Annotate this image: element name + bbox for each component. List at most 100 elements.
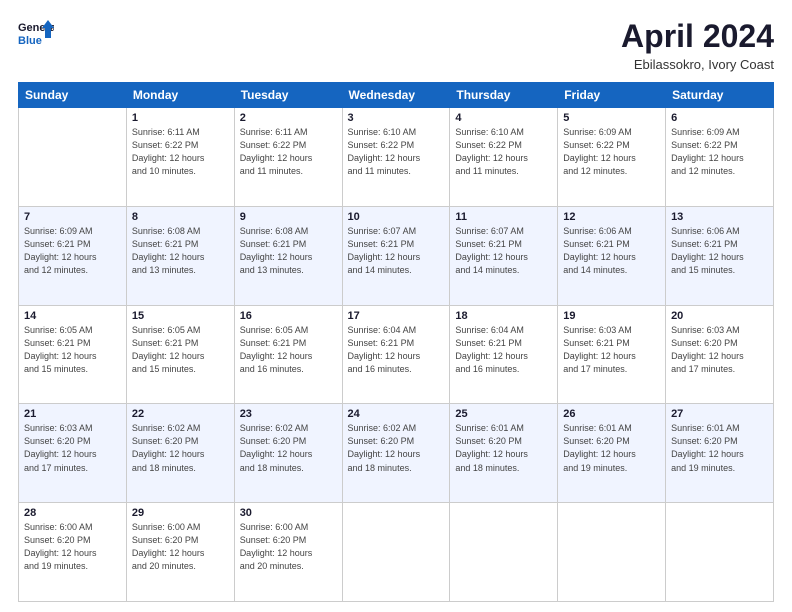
day-detail: Sunrise: 6:11 AM Sunset: 6:22 PM Dayligh… — [132, 126, 229, 178]
day-detail: Sunrise: 6:02 AM Sunset: 6:20 PM Dayligh… — [240, 422, 337, 474]
day-detail: Sunrise: 6:09 AM Sunset: 6:22 PM Dayligh… — [563, 126, 660, 178]
day-number: 15 — [132, 310, 229, 322]
day-number: 18 — [455, 310, 552, 322]
day-detail: Sunrise: 6:10 AM Sunset: 6:22 PM Dayligh… — [348, 126, 445, 178]
day-number: 22 — [132, 408, 229, 420]
svg-text:Blue: Blue — [18, 35, 42, 47]
calendar-cell — [450, 503, 558, 602]
day-number: 8 — [132, 211, 229, 223]
calendar-table: SundayMondayTuesdayWednesdayThursdayFrid… — [18, 82, 774, 602]
calendar-cell: 14 Sunrise: 6:05 AM Sunset: 6:21 PM Dayli… — [19, 305, 127, 404]
day-number: 23 — [240, 408, 337, 420]
day-detail: Sunrise: 6:07 AM Sunset: 6:21 PM Dayligh… — [455, 225, 552, 277]
day-number: 21 — [24, 408, 121, 420]
calendar-cell: 16 Sunrise: 6:05 AM Sunset: 6:21 PM Dayli… — [234, 305, 342, 404]
logo: General Blue — [18, 18, 54, 54]
day-detail: Sunrise: 6:02 AM Sunset: 6:20 PM Dayligh… — [348, 422, 445, 474]
calendar-cell: 10 Sunrise: 6:07 AM Sunset: 6:21 PM Dayli… — [342, 206, 450, 305]
day-detail: Sunrise: 6:05 AM Sunset: 6:21 PM Dayligh… — [240, 324, 337, 376]
week-row-4: 28 Sunrise: 6:00 AM Sunset: 6:20 PM Dayli… — [19, 503, 774, 602]
weekday-tuesday: Tuesday — [234, 83, 342, 108]
weekday-saturday: Saturday — [666, 83, 774, 108]
day-number: 24 — [348, 408, 445, 420]
weekday-wednesday: Wednesday — [342, 83, 450, 108]
logo-svg: General Blue — [18, 18, 54, 54]
calendar-cell: 30 Sunrise: 6:00 AM Sunset: 6:20 PM Dayli… — [234, 503, 342, 602]
calendar-body: 1 Sunrise: 6:11 AM Sunset: 6:22 PM Daylig… — [19, 108, 774, 602]
day-number: 17 — [348, 310, 445, 322]
calendar-cell: 22 Sunrise: 6:02 AM Sunset: 6:20 PM Dayli… — [126, 404, 234, 503]
calendar-cell: 12 Sunrise: 6:06 AM Sunset: 6:21 PM Dayli… — [558, 206, 666, 305]
day-number: 5 — [563, 112, 660, 124]
calendar-cell: 8 Sunrise: 6:08 AM Sunset: 6:21 PM Daylig… — [126, 206, 234, 305]
day-detail: Sunrise: 6:08 AM Sunset: 6:21 PM Dayligh… — [132, 225, 229, 277]
day-detail: Sunrise: 6:09 AM Sunset: 6:21 PM Dayligh… — [24, 225, 121, 277]
day-number: 19 — [563, 310, 660, 322]
day-detail: Sunrise: 6:06 AM Sunset: 6:21 PM Dayligh… — [671, 225, 768, 277]
day-number: 26 — [563, 408, 660, 420]
calendar-cell — [19, 108, 127, 207]
calendar-cell: 3Sunrise: 6:10 AM Sunset: 6:22 PM Daylig… — [342, 108, 450, 207]
calendar-cell: 20 Sunrise: 6:03 AM Sunset: 6:20 PM Dayli… — [666, 305, 774, 404]
day-number: 14 — [24, 310, 121, 322]
day-number: 13 — [671, 211, 768, 223]
calendar-cell: 19 Sunrise: 6:03 AM Sunset: 6:21 PM Dayli… — [558, 305, 666, 404]
day-number: 10 — [348, 211, 445, 223]
day-number: 30 — [240, 507, 337, 519]
day-number: 28 — [24, 507, 121, 519]
day-detail: Sunrise: 6:03 AM Sunset: 6:20 PM Dayligh… — [24, 422, 121, 474]
day-detail: Sunrise: 6:11 AM Sunset: 6:22 PM Dayligh… — [240, 126, 337, 178]
day-detail: Sunrise: 6:00 AM Sunset: 6:20 PM Dayligh… — [240, 521, 337, 573]
calendar-cell — [342, 503, 450, 602]
day-detail: Sunrise: 6:05 AM Sunset: 6:21 PM Dayligh… — [132, 324, 229, 376]
day-detail: Sunrise: 6:00 AM Sunset: 6:20 PM Dayligh… — [132, 521, 229, 573]
day-number: 9 — [240, 211, 337, 223]
day-detail: Sunrise: 6:01 AM Sunset: 6:20 PM Dayligh… — [671, 422, 768, 474]
day-number: 2 — [240, 112, 337, 124]
day-detail: Sunrise: 6:06 AM Sunset: 6:21 PM Dayligh… — [563, 225, 660, 277]
header: General Blue April 2024 Ebilassokro, Ivo… — [18, 18, 774, 72]
week-row-2: 14 Sunrise: 6:05 AM Sunset: 6:21 PM Dayli… — [19, 305, 774, 404]
day-detail: Sunrise: 6:01 AM Sunset: 6:20 PM Dayligh… — [563, 422, 660, 474]
calendar-cell: 24 Sunrise: 6:02 AM Sunset: 6:20 PM Dayli… — [342, 404, 450, 503]
day-detail: Sunrise: 6:05 AM Sunset: 6:21 PM Dayligh… — [24, 324, 121, 376]
day-number: 16 — [240, 310, 337, 322]
title-block: April 2024 Ebilassokro, Ivory Coast — [621, 18, 774, 72]
weekday-sunday: Sunday — [19, 83, 127, 108]
calendar-cell: 11 Sunrise: 6:07 AM Sunset: 6:21 PM Dayli… — [450, 206, 558, 305]
day-number: 4 — [455, 112, 552, 124]
calendar-cell: 25Sunrise: 6:01 AM Sunset: 6:20 PM Dayli… — [450, 404, 558, 503]
day-detail: Sunrise: 6:02 AM Sunset: 6:20 PM Dayligh… — [132, 422, 229, 474]
month-title: April 2024 — [621, 18, 774, 55]
day-detail: Sunrise: 6:03 AM Sunset: 6:21 PM Dayligh… — [563, 324, 660, 376]
weekday-thursday: Thursday — [450, 83, 558, 108]
day-number: 7 — [24, 211, 121, 223]
calendar-cell: 17 Sunrise: 6:04 AM Sunset: 6:21 PM Dayli… — [342, 305, 450, 404]
calendar-cell: 29 Sunrise: 6:00 AM Sunset: 6:20 PM Dayli… — [126, 503, 234, 602]
day-number: 11 — [455, 211, 552, 223]
calendar-cell: 9Sunrise: 6:08 AM Sunset: 6:21 PM Daylig… — [234, 206, 342, 305]
week-row-0: 1 Sunrise: 6:11 AM Sunset: 6:22 PM Daylig… — [19, 108, 774, 207]
day-detail: Sunrise: 6:00 AM Sunset: 6:20 PM Dayligh… — [24, 521, 121, 573]
day-detail: Sunrise: 6:10 AM Sunset: 6:22 PM Dayligh… — [455, 126, 552, 178]
location: Ebilassokro, Ivory Coast — [621, 57, 774, 72]
calendar-cell: 23 Sunrise: 6:02 AM Sunset: 6:20 PM Dayli… — [234, 404, 342, 503]
day-number: 20 — [671, 310, 768, 322]
calendar-cell: 4 Sunrise: 6:10 AM Sunset: 6:22 PM Daylig… — [450, 108, 558, 207]
day-number: 29 — [132, 507, 229, 519]
day-number: 27 — [671, 408, 768, 420]
day-detail: Sunrise: 6:03 AM Sunset: 6:20 PM Dayligh… — [671, 324, 768, 376]
day-number: 1 — [132, 112, 229, 124]
calendar-cell — [558, 503, 666, 602]
day-number: 12 — [563, 211, 660, 223]
weekday-friday: Friday — [558, 83, 666, 108]
day-number: 25 — [455, 408, 552, 420]
calendar-cell: 15 Sunrise: 6:05 AM Sunset: 6:21 PM Dayli… — [126, 305, 234, 404]
day-detail: Sunrise: 6:07 AM Sunset: 6:21 PM Dayligh… — [348, 225, 445, 277]
calendar-cell: 7 Sunrise: 6:09 AM Sunset: 6:21 PM Daylig… — [19, 206, 127, 305]
calendar-cell: 6Sunrise: 6:09 AM Sunset: 6:22 PM Daylig… — [666, 108, 774, 207]
day-detail: Sunrise: 6:04 AM Sunset: 6:21 PM Dayligh… — [348, 324, 445, 376]
calendar-cell — [666, 503, 774, 602]
calendar-cell: 28 Sunrise: 6:00 AM Sunset: 6:20 PM Dayli… — [19, 503, 127, 602]
day-detail: Sunrise: 6:09 AM Sunset: 6:22 PM Dayligh… — [671, 126, 768, 178]
